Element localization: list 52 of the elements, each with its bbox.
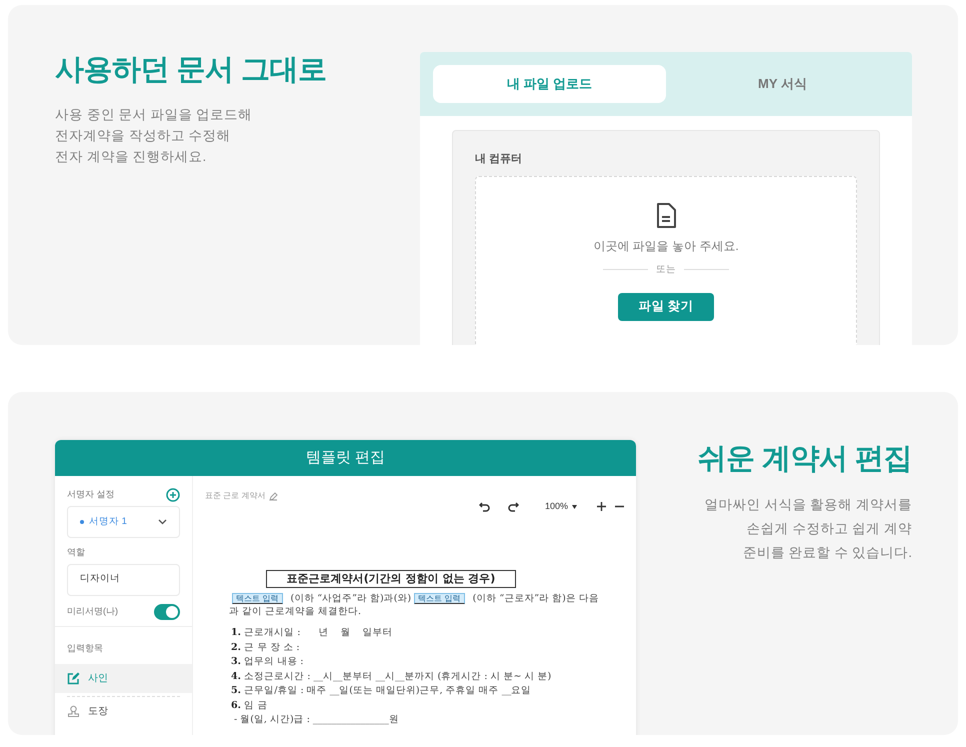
contract-title: 표준근로계약서(기간의 정함이 없는 경우) bbox=[266, 570, 516, 588]
section-title: 쉬운 계약서 편집 bbox=[696, 442, 912, 477]
tab[interactable]: MY 서식 bbox=[666, 65, 899, 103]
source-label: 내 컴퓨터 bbox=[475, 152, 524, 167]
contract-text: 과 같이 근로계약을 체결한다. bbox=[229, 605, 362, 618]
signer-dropdown[interactable]: 서명자 1 bbox=[67, 506, 180, 538]
contract-clause: 6. 임 금 bbox=[231, 698, 268, 712]
zoom-level[interactable]: 100% bbox=[544, 500, 568, 514]
contract-clause: 1. 근로개시일 : 년 월 일부터 bbox=[231, 626, 394, 640]
field-label: 서명자 설정 bbox=[67, 488, 115, 502]
field-item[interactable]: 사인 bbox=[55, 664, 192, 692]
undo-icon[interactable] bbox=[478, 501, 491, 512]
contract-clause: 5. 근무일/휴일 : 매주 __일(또는 매일단위)근무, 주휴일 매주 __요일 bbox=[231, 684, 532, 698]
text-input-field[interactable]: 텍스트 입력 bbox=[414, 593, 465, 604]
toggle-switch[interactable] bbox=[154, 604, 180, 620]
contract-text: (이하 “근로자”라 함)은 다음 bbox=[472, 593, 599, 604]
field-item[interactable]: 도장 bbox=[55, 696, 192, 726]
description-line: 손쉽게 수정하고 쉽게 계약 bbox=[746, 520, 912, 536]
contract-clause: 2. 근 무 장 소 : bbox=[231, 640, 301, 654]
text-input-field[interactable]: 텍스트 입력 bbox=[232, 593, 283, 604]
toggle-label: 미리서명(나) bbox=[67, 604, 118, 618]
contract-clause: - 월(일, 시간)급 : ________________원 bbox=[234, 713, 400, 727]
contract-clause: 3. 업무의 내용 : bbox=[231, 655, 304, 669]
document-name: 표준 근로 계약서 bbox=[205, 490, 266, 502]
description-line: 전자 계약을 진행하세요. bbox=[55, 148, 208, 166]
description-line: 준비를 완료할 수 있습니다. bbox=[742, 544, 912, 560]
dot-icon bbox=[80, 520, 84, 524]
description-line: 전자계약을 작성하고 수정해 bbox=[55, 126, 232, 145]
contract-text: (이하 “사업주”라 함)과(와) bbox=[290, 593, 412, 604]
pencil-icon[interactable] bbox=[269, 492, 278, 500]
description-line: 얼마싸인 서식을 활용해 계약서를 bbox=[704, 496, 912, 512]
browse-file-button[interactable]: 파일 찾기 bbox=[618, 292, 714, 321]
chevron-down-icon[interactable] bbox=[158, 519, 167, 525]
description-line: 사용 중인 문서 파일을 업로드해 bbox=[55, 106, 254, 124]
document-icon bbox=[656, 202, 676, 228]
drop-zone[interactable]: 이곳에 파일을 놓아 주세요. 또는 파일 찾기 bbox=[475, 176, 857, 345]
drop-hint: 이곳에 파일을 놓아 주세요. bbox=[593, 238, 739, 254]
section-title: 사용하던 문서 그대로 bbox=[55, 53, 328, 88]
tab[interactable]: 내 파일 업로드 bbox=[433, 65, 666, 103]
contract-clause: 4. 소정근로시간 : __시__분부터 __시__분까지 (휴게시간 : 시 분~ 시 분) bbox=[231, 670, 552, 684]
role-field[interactable]: 디자이너 bbox=[67, 564, 180, 596]
edit-square-icon bbox=[67, 672, 80, 684]
section-label: 입력항목 bbox=[67, 642, 103, 652]
add-circle-icon[interactable] bbox=[166, 488, 180, 502]
caret-icon[interactable] bbox=[572, 504, 577, 509]
zoom-in-icon[interactable] bbox=[597, 502, 606, 512]
redo-icon[interactable] bbox=[506, 501, 519, 512]
signer-value: 서명자 1 bbox=[89, 514, 128, 529]
divider-label: 또는 bbox=[656, 262, 676, 276]
stamp-icon bbox=[67, 704, 80, 718]
editor-title: 템플릿 편집 bbox=[306, 448, 386, 468]
field-label: 역할 bbox=[67, 546, 86, 559]
